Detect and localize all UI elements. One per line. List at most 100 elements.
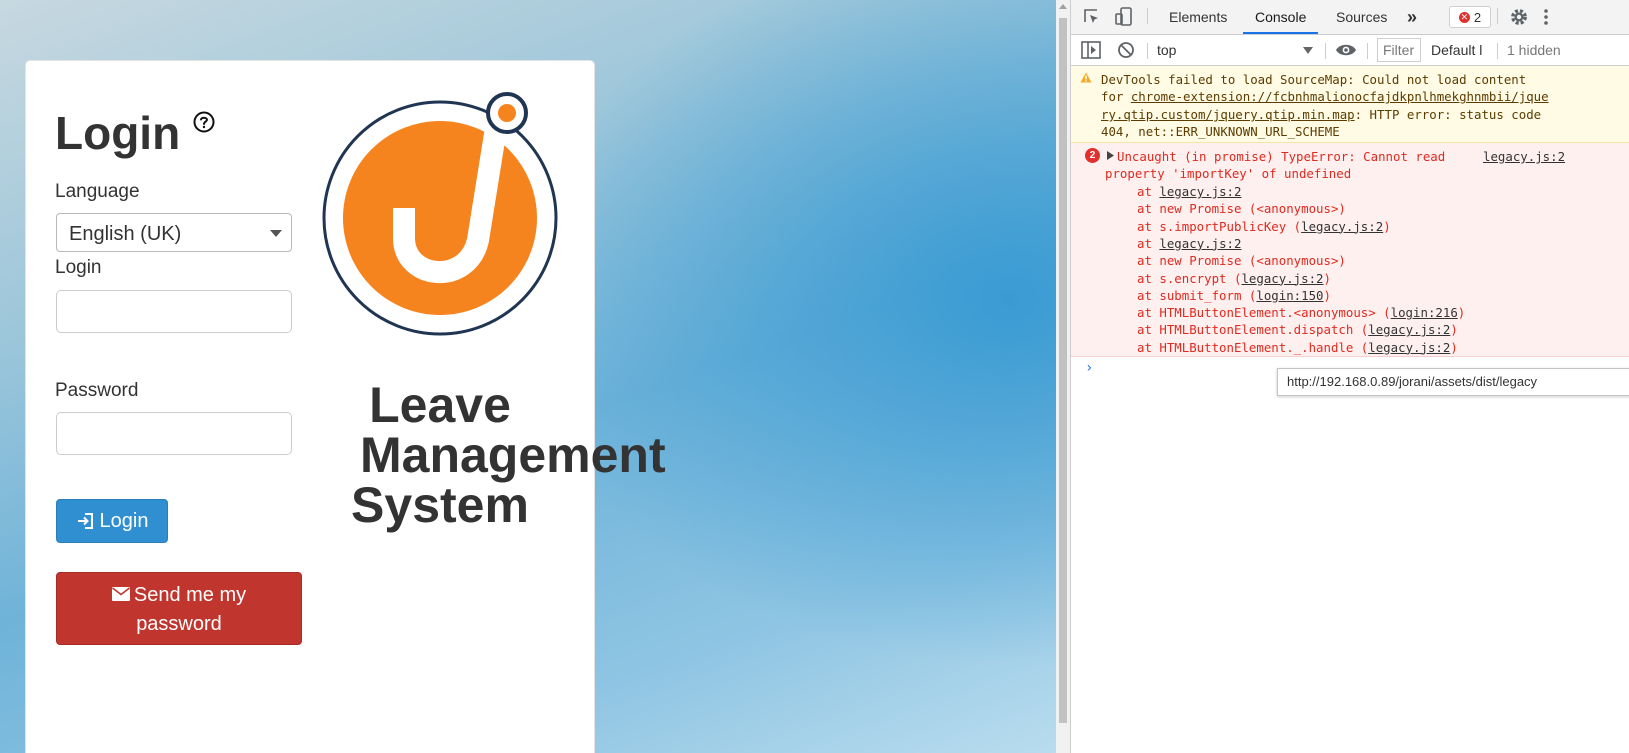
error-count-badge[interactable]: ✕ 2 [1449, 6, 1491, 28]
toolbar-divider [1497, 8, 1498, 24]
send-password-label-line1: Send me my [133, 584, 247, 606]
sidebar-toggle-icon[interactable] [1081, 41, 1101, 59]
eye-icon[interactable] [1335, 42, 1357, 58]
hidden-count: 1 hidden [1507, 42, 1561, 58]
toolbar-divider [1325, 43, 1326, 59]
warning-icon [1080, 72, 1092, 83]
warning-line-2: for chrome-extension://fcbnhmalionocfajd… [1101, 88, 1549, 105]
gear-icon[interactable] [1509, 7, 1529, 27]
stack-frame: at HTMLButtonElement.dispatch (legacy.js… [1137, 321, 1458, 338]
language-select-value: English (UK) [69, 223, 182, 245]
stack-frame: at legacy.js:2 [1137, 235, 1241, 252]
error-line-2: property 'importKey' of undefined [1105, 166, 1352, 181]
chevron-down-icon [270, 230, 282, 237]
chevron-down-icon [1303, 47, 1313, 54]
language-label: Language [55, 181, 140, 202]
chevron-right-icon[interactable]: › [1085, 360, 1093, 377]
stack-frame-text: at [1137, 184, 1160, 199]
stack-frame-text: ) [1323, 287, 1331, 303]
toolbar-divider [1147, 8, 1148, 24]
clear-console-icon[interactable] [1117, 41, 1135, 59]
scroll-up-arrow-icon[interactable] [1059, 4, 1067, 9]
stack-frame-text: ) [1457, 305, 1466, 321]
devtools-panel: Elements Console Sources » ✕ 2 top Filte… [1070, 0, 1629, 753]
page-scrollbar[interactable] [1056, 0, 1070, 753]
stack-frame-link[interactable]: login:216 [1391, 305, 1458, 320]
stack-frame-text: at s.encrypt ( [1137, 270, 1242, 286]
tab-sources[interactable]: Sources [1336, 0, 1387, 34]
warning-line-3: ry.qtip.custom/jquery.qtip.min.map: HTTP… [1101, 106, 1541, 123]
stack-frame: at submit_form (login:150) [1137, 287, 1331, 304]
warning-text: : HTTP error: status code [1354, 107, 1542, 122]
warning-line-1: DevTools failed to load SourceMap: Could… [1101, 72, 1527, 87]
app-logo [322, 92, 558, 336]
stack-frame: at s.importPublicKey (legacy.js:2) [1137, 218, 1391, 235]
password-label: Password [55, 380, 139, 401]
login-button-label: Login [99, 509, 149, 532]
stack-frame: at new Promise (<anonymous>) [1137, 200, 1346, 217]
kebab-menu-icon[interactable] [1543, 8, 1549, 26]
tab-elements[interactable]: Elements [1169, 0, 1227, 34]
stack-frame-text: ) [1450, 339, 1458, 355]
stack-frame: at HTMLButtonElement._.handle (legacy.js… [1137, 339, 1458, 356]
stack-frame-text: ) [1383, 218, 1391, 234]
device-toolbar-icon[interactable] [1115, 7, 1133, 27]
toolbar-divider [1497, 43, 1498, 59]
error-x-icon: ✕ [1458, 11, 1470, 23]
stack-frame-link[interactable]: login:150 [1256, 288, 1323, 303]
stack-frame-link[interactable]: legacy.js:2 [1159, 236, 1241, 251]
stack-frame-link[interactable]: legacy.js:2 [1368, 340, 1450, 355]
stack-frame-link[interactable]: legacy.js:2 [1241, 271, 1323, 286]
toolbar-divider [1147, 43, 1148, 59]
console-warning-message: DevTools failed to load SourceMap: Could… [1071, 66, 1629, 143]
filter-input[interactable]: Filter [1377, 38, 1421, 62]
warning-url-link-cont[interactable]: ry.qtip.custom/jquery.qtip.min.map [1101, 107, 1355, 122]
inspect-icon[interactable] [1083, 8, 1101, 26]
stack-frame-text: at [1137, 235, 1160, 251]
error-count: 2 [1473, 9, 1482, 25]
login-arrow-icon [77, 513, 93, 529]
log-level-select[interactable]: Default l [1431, 39, 1482, 61]
login-input[interactable] [56, 290, 292, 333]
warning-text: for [1101, 89, 1131, 104]
page-title: Login [55, 107, 181, 159]
app-name-line3: System [351, 477, 529, 533]
stack-frame-text: at HTMLButtonElement._.handle ( [1137, 339, 1369, 355]
stack-frame: at legacy.js:2 [1137, 183, 1241, 200]
console-error-message[interactable]: 2 Uncaught (in promise) TypeError: Canno… [1071, 143, 1629, 357]
stack-frame-text: at s.importPublicKey ( [1137, 218, 1302, 234]
toolbar-divider [1367, 43, 1368, 59]
stack-frame-text: at HTMLButtonElement.<anonymous> ( [1137, 305, 1391, 321]
stack-frame-link[interactable]: legacy.js:2 [1368, 322, 1450, 337]
password-input[interactable] [56, 412, 292, 455]
stack-frame-text: at new Promise (<anonymous>) [1137, 253, 1346, 269]
web-page: Login Language English (UK) Login Passwo… [0, 0, 1056, 753]
stack-frame: at new Promise (<anonymous>) [1137, 252, 1346, 269]
chevron-double-right-icon[interactable]: » [1407, 0, 1417, 34]
app-name: Leave Management System [300, 377, 666, 533]
error-source-link[interactable]: legacy.js:2 [1483, 148, 1565, 165]
send-password-button[interactable]: Send me my password [56, 572, 302, 645]
stack-frame-link[interactable]: legacy.js:2 [1159, 184, 1241, 199]
link-tooltip: http://192.168.0.89/jorani/assets/dist/l… [1277, 368, 1629, 396]
stack-frame-text: ) [1450, 322, 1458, 338]
app-name-line1: Leave [369, 377, 511, 433]
scrollbar-thumb[interactable] [1059, 18, 1067, 723]
stack-frame: at HTMLButtonElement.<anonymous> (login:… [1137, 304, 1465, 321]
stack-frame-text: ) [1323, 270, 1331, 286]
stack-frame-link[interactable]: legacy.js:2 [1301, 219, 1383, 234]
send-password-label-line2: password [136, 613, 222, 635]
login-label: Login [55, 257, 102, 278]
warning-line-4: 404, net::ERR_UNKNOWN_URL_SCHEME [1101, 124, 1340, 139]
context-select[interactable]: top [1157, 39, 1317, 61]
help-circle-icon[interactable] [193, 111, 215, 133]
language-select[interactable]: English (UK) [56, 213, 292, 252]
tab-console[interactable]: Console [1243, 0, 1319, 34]
login-button[interactable]: Login [56, 499, 168, 543]
warning-url-link[interactable]: chrome-extension://fcbnhmalionocfajdkpnl… [1131, 89, 1549, 104]
stack-frame: at s.encrypt (legacy.js:2) [1137, 270, 1331, 287]
triangle-right-icon[interactable] [1107, 151, 1114, 160]
devtools-tabbar: Elements Console Sources » ✕ 2 [1071, 0, 1629, 35]
stack-frame-text: at new Promise (<anonymous>) [1137, 201, 1346, 217]
console-toolbar: top Filter Default l 1 hidden [1071, 35, 1629, 66]
